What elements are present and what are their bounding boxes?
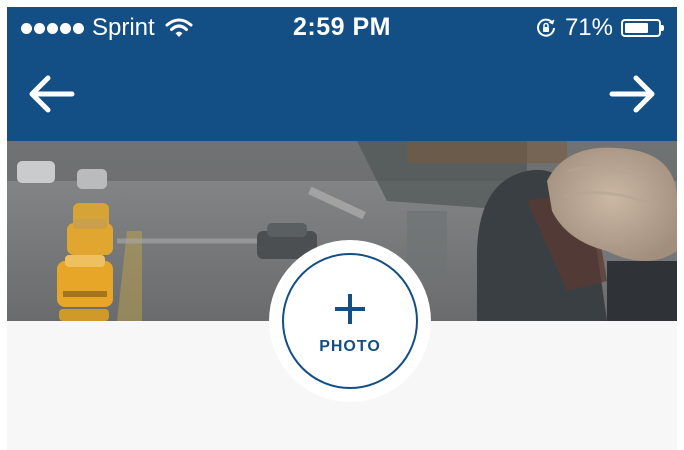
- header-bar: Sprint 2:59 PM 71%: [7, 7, 677, 141]
- arrow-right-icon: [609, 75, 655, 113]
- battery-level: [625, 23, 648, 33]
- arrow-left-icon: [29, 75, 75, 113]
- status-bar: Sprint 2:59 PM 71%: [7, 7, 677, 49]
- status-right-group: 71%: [535, 14, 664, 42]
- plus-icon: [335, 294, 365, 324]
- forward-button[interactable]: [605, 69, 661, 119]
- app-screen: Sprint 2:59 PM 71% PHOTO: [7, 7, 677, 450]
- rotation-lock-icon: [536, 18, 555, 37]
- add-photo-label: PHOTO: [319, 338, 381, 355]
- back-button[interactable]: [23, 69, 79, 119]
- battery-icon: [621, 19, 664, 37]
- add-photo-button[interactable]: PHOTO: [282, 253, 418, 389]
- battery-percent: 71%: [564, 14, 613, 41]
